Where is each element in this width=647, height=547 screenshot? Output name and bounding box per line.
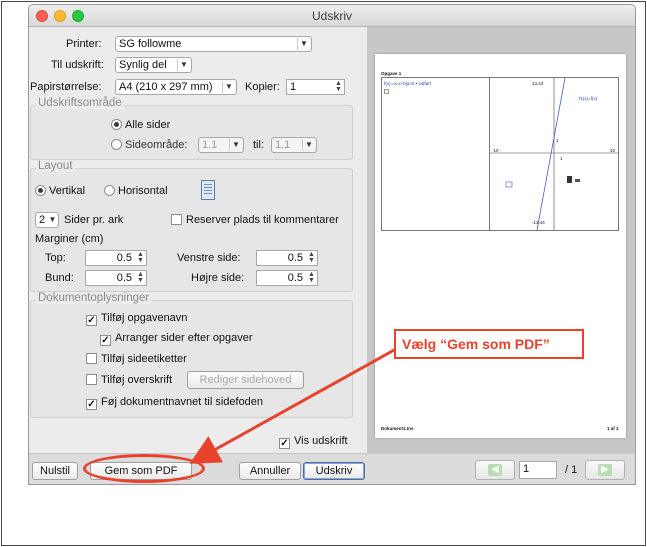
- annotation-callout: Vælg “Gem som PDF”: [394, 329, 584, 359]
- highlight-ellipse: [83, 454, 205, 483]
